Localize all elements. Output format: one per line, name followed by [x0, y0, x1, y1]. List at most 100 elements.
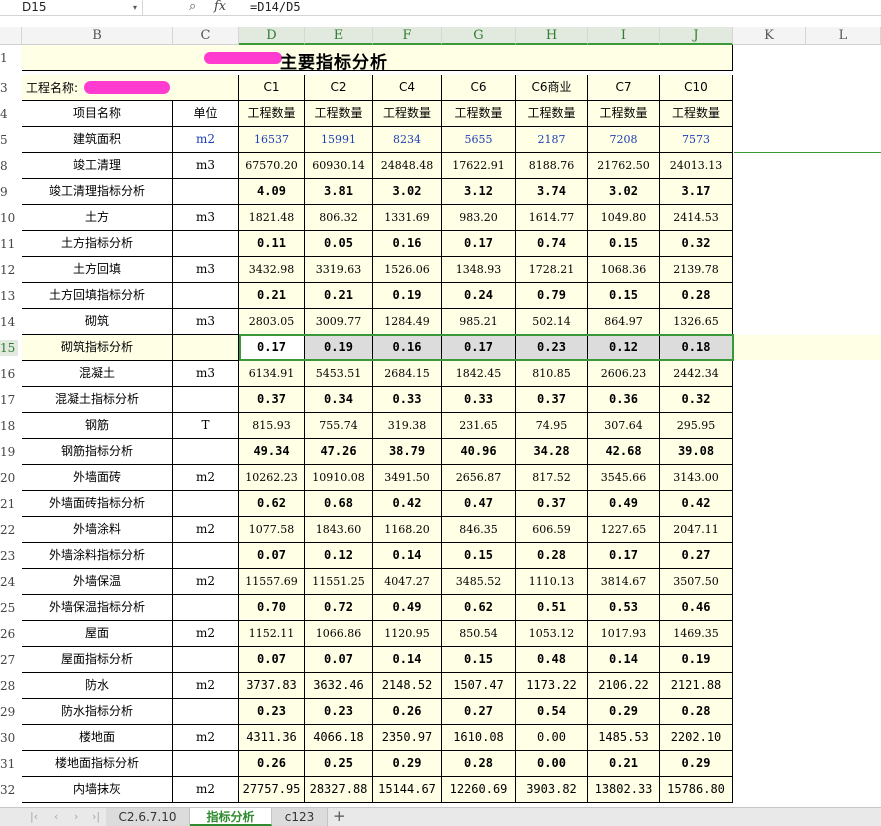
item-name[interactable]: 土方回填	[22, 257, 173, 283]
data-cell[interactable]: 0.29	[373, 751, 442, 777]
data-cell[interactable]: 10910.08	[305, 465, 373, 491]
data-cell[interactable]: 2803.05	[239, 309, 305, 335]
data-cell[interactable]: 2684.15	[373, 361, 442, 387]
data-cell[interactable]: 502.14	[516, 309, 588, 335]
column-header-b[interactable]: B	[22, 27, 173, 45]
data-cell[interactable]: 74.95	[516, 413, 588, 439]
row-header-31[interactable]: 31	[0, 756, 18, 772]
data-cell[interactable]: 0.34	[305, 387, 373, 413]
data-cell[interactable]: 38.79	[373, 439, 442, 465]
next-sheet-icon[interactable]: ›	[74, 810, 78, 823]
data-cell[interactable]: 2414.53	[660, 205, 733, 231]
data-cell[interactable]: 307.64	[588, 413, 660, 439]
item-unit[interactable]: m2	[173, 465, 239, 491]
row-header-5[interactable]: 5	[0, 132, 18, 148]
column-header-f[interactable]: F	[373, 27, 442, 45]
row-header-32[interactable]: 32	[0, 782, 18, 798]
data-cell[interactable]: 0.17	[442, 231, 516, 257]
column-header-d[interactable]: D	[239, 27, 305, 45]
data-cell[interactable]: 17622.91	[442, 153, 516, 179]
data-cell[interactable]: 1053.12	[516, 621, 588, 647]
building-header-4[interactable]: C6商业	[516, 75, 588, 101]
building-header-5[interactable]: C7	[588, 75, 660, 101]
data-cell[interactable]: 0.14	[588, 647, 660, 673]
data-cell[interactable]: 0.19	[305, 335, 373, 361]
data-cell[interactable]: 2139.78	[660, 257, 733, 283]
data-cell[interactable]: 3432.98	[239, 257, 305, 283]
data-cell[interactable]: 815.93	[239, 413, 305, 439]
item-unit[interactable]: m3	[173, 309, 239, 335]
row-header-15[interactable]: 15	[0, 340, 18, 356]
data-cell[interactable]: 1066.86	[305, 621, 373, 647]
data-cell[interactable]: 12260.69	[442, 777, 516, 803]
data-cell[interactable]: 0.15	[588, 231, 660, 257]
data-cell[interactable]: 4.09	[239, 179, 305, 205]
column-header-k[interactable]: K	[733, 27, 806, 45]
data-cell[interactable]: 0.27	[660, 543, 733, 569]
data-cell[interactable]: 6134.91	[239, 361, 305, 387]
data-cell[interactable]: 0.62	[442, 595, 516, 621]
item-unit[interactable]	[173, 751, 239, 777]
data-cell[interactable]: 0.49	[373, 595, 442, 621]
building-header-3[interactable]: C6	[442, 75, 516, 101]
row-header-25[interactable]: 25	[0, 600, 18, 616]
data-cell[interactable]: 1843.60	[305, 517, 373, 543]
data-cell[interactable]: 295.95	[660, 413, 733, 439]
data-cell[interactable]: 42.68	[588, 439, 660, 465]
data-cell[interactable]: 0.21	[239, 283, 305, 309]
data-cell[interactable]: 7573	[660, 127, 733, 153]
data-cell[interactable]: 39.08	[660, 439, 733, 465]
data-cell[interactable]: 11557.69	[239, 569, 305, 595]
data-cell[interactable]: 1017.93	[588, 621, 660, 647]
row-header-3[interactable]: 3	[0, 80, 18, 96]
item-unit[interactable]	[173, 231, 239, 257]
item-unit[interactable]	[173, 543, 239, 569]
data-cell[interactable]: 0.72	[305, 595, 373, 621]
row-header-22[interactable]: 22	[0, 522, 18, 538]
data-cell[interactable]: 0.46	[660, 595, 733, 621]
column-header-j[interactable]: J	[660, 27, 733, 45]
data-cell[interactable]: 0.00	[516, 725, 588, 751]
data-cell[interactable]: 0.15	[442, 543, 516, 569]
quantity-header[interactable]: 工程数量	[660, 101, 733, 127]
data-cell[interactable]: 0.36	[588, 387, 660, 413]
data-cell[interactable]: 3.02	[373, 179, 442, 205]
data-cell[interactable]: 3737.83	[239, 673, 305, 699]
data-cell[interactable]: 0.26	[373, 699, 442, 725]
data-cell[interactable]: 1110.13	[516, 569, 588, 595]
unit-header[interactable]: 单位	[173, 101, 239, 127]
first-sheet-icon[interactable]: |‹	[30, 810, 38, 823]
data-cell[interactable]: 0.17	[442, 335, 516, 361]
row-header-19[interactable]: 19	[0, 444, 18, 460]
data-cell[interactable]: 15991	[305, 127, 373, 153]
data-cell[interactable]: 0.12	[588, 335, 660, 361]
data-cell[interactable]: 0.47	[442, 491, 516, 517]
data-cell[interactable]: 0.14	[373, 647, 442, 673]
data-cell[interactable]: 1610.08	[442, 725, 516, 751]
data-cell[interactable]: 5655	[442, 127, 516, 153]
data-cell[interactable]: 0.00	[516, 751, 588, 777]
data-cell[interactable]: 2187	[516, 127, 588, 153]
row-header-9[interactable]: 9	[0, 184, 18, 200]
item-name[interactable]: 钢筋	[22, 413, 173, 439]
data-cell[interactable]: 3491.50	[373, 465, 442, 491]
item-unit[interactable]: T	[173, 413, 239, 439]
sheet-tab-indicators[interactable]: 指标分析	[190, 808, 272, 826]
data-cell[interactable]: 0.18	[660, 335, 733, 361]
column-header-l[interactable]: L	[806, 27, 881, 45]
prev-sheet-icon[interactable]: ‹	[54, 810, 58, 823]
item-name[interactable]: 内墙抹灰	[22, 777, 173, 803]
data-cell[interactable]: 0.23	[305, 699, 373, 725]
data-cell[interactable]: 3632.46	[305, 673, 373, 699]
item-unit[interactable]	[173, 283, 239, 309]
data-cell[interactable]: 8234	[373, 127, 442, 153]
data-cell[interactable]: 24013.13	[660, 153, 733, 179]
data-cell[interactable]: 0.12	[305, 543, 373, 569]
item-name[interactable]: 屋面指标分析	[22, 647, 173, 673]
data-cell[interactable]: 24848.48	[373, 153, 442, 179]
data-cell[interactable]: 0.15	[588, 283, 660, 309]
data-cell[interactable]: 0.68	[305, 491, 373, 517]
item-name[interactable]: 土方回填指标分析	[22, 283, 173, 309]
item-unit[interactable]	[173, 595, 239, 621]
item-name[interactable]: 楼地面指标分析	[22, 751, 173, 777]
